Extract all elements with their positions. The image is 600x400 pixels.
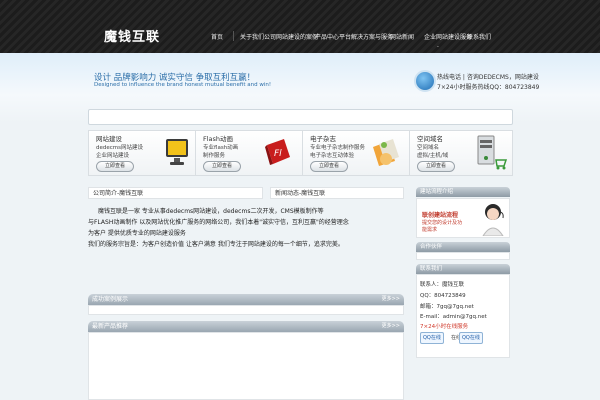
magazine-icon <box>373 139 399 166</box>
site-logo[interactable]: 魔钱互联 <box>104 26 160 45</box>
nav-solutions[interactable]: 解决方案与服务 <box>351 32 393 41</box>
flash-icon: Fl <box>265 139 290 165</box>
svg-text:Fl: Fl <box>274 149 282 159</box>
products-more-link[interactable]: 更多>> <box>382 321 400 332</box>
service-desc: 电子杂志互动体验 <box>310 153 355 159</box>
service-note: 7×24小时在线服务 <box>420 324 469 330</box>
intro-line: 为客户 提供优质专业的网站建设服务 <box>88 230 186 237</box>
sidebar-header-partners: 合作伙伴 <box>416 242 510 252</box>
service-desc: 专业flash动画 <box>203 145 239 151</box>
support-avatar-icon <box>482 204 504 236</box>
top-nav-bar <box>0 0 600 53</box>
service-title: 网站建设 <box>96 135 122 143</box>
service-card-web[interactable]: 网站建设 dedecms网站建设 企业网站建设 立即查看 <box>88 130 196 176</box>
products-title: 最新产品推荐 <box>92 323 129 330</box>
flow-title: 联创建站流程 <box>422 212 459 219</box>
contact-email: 邮箱：7gq@7gq.net <box>420 304 474 310</box>
service-card-domain[interactable]: 空间域名 空间域名 虚拟/主机/域 立即查看 <box>409 130 513 176</box>
nav-home[interactable]: 首页 <box>211 32 223 41</box>
view-button[interactable]: 立即查看 <box>310 161 348 172</box>
cases-more-link[interactable]: 更多>> <box>382 294 400 305</box>
about-header: 公司简介-魔钱互联 <box>88 187 263 199</box>
contact-email-2: E-mail：admin@7gq.net <box>420 314 487 320</box>
intro-line: 魔钱互联是一家 专业从事dedecms网站建设，dedecms二次开发，CMS模… <box>98 208 324 215</box>
sidebar-header-flow: 建站流程介绍 <box>416 187 510 197</box>
service-desc: 空间域名 <box>417 145 440 151</box>
view-button[interactable]: 立即查看 <box>417 161 455 172</box>
view-button[interactable]: 立即查看 <box>203 161 241 172</box>
contact-person: 联系人：魔钱互联 <box>420 282 465 288</box>
sidebar-header-contact: 联系我们 <box>416 264 510 274</box>
service-desc: 专业电子杂志制作服务 <box>310 145 366 151</box>
hotline-qq: 7×24小时服务热线QQ：804723849 <box>437 84 540 91</box>
nav-news[interactable]: 网站新闻 <box>390 32 414 41</box>
service-title: 电子杂志 <box>310 135 336 143</box>
cases-section-bar: 成功案例展示 更多>> <box>88 294 404 305</box>
service-title: 空间域名 <box>417 135 443 143</box>
nav-dot: · <box>437 44 439 51</box>
contact-qq: QQ：804723849 <box>420 293 466 299</box>
service-desc: 企业网站建设 <box>96 153 130 159</box>
nav-about[interactable]: 关于我们公司 <box>240 32 276 41</box>
news-header: 新闻动态-魔钱互联 <box>270 187 404 199</box>
banner-slogan-en: Designed to influence the brand honest m… <box>94 82 272 88</box>
flow-subtitle: 提交您的设计及功能需求 <box>422 220 463 233</box>
cases-title: 成功案例展示 <box>92 296 129 303</box>
flow-banner[interactable]: 联创建站流程 提交您的设计及功能需求 <box>416 198 510 238</box>
nav-services[interactable]: 企业网站建设服务 <box>424 32 472 41</box>
service-card-magazine[interactable]: 电子杂志 专业电子杂志制作服务 电子杂志互动体验 立即查看 <box>302 130 410 176</box>
service-desc: 制作服务 <box>203 153 226 159</box>
search-bar[interactable] <box>88 109 513 125</box>
service-desc: dedecms网站建设 <box>96 145 143 151</box>
qq-online-button[interactable]: QQ在线 <box>420 332 444 344</box>
globe-icon <box>414 70 436 92</box>
partners-panel <box>416 252 510 260</box>
qq-online-button-2[interactable]: QQ在线 <box>459 332 483 344</box>
view-button[interactable]: 立即查看 <box>96 161 134 172</box>
intro-line: 与FLASH动画制作 以及网站优化推广服务的网络公司，我们本着"诚实守信，互利互… <box>88 219 349 226</box>
intro-line: 我们的服务宗旨是：为客户创造价值 让客户满意 我们专注于网站建设的每一个细节，追… <box>88 241 344 248</box>
company-intro: 魔钱互联是一家 专业从事dedecms网站建设，dedecms二次开发，CMS模… <box>88 206 404 250</box>
monitor-icon <box>166 139 188 165</box>
cases-panel <box>88 305 404 315</box>
nav-cases[interactable]: 网站建设的案例 <box>276 32 318 41</box>
products-section-bar: 最新产品推荐 更多>> <box>88 321 404 332</box>
nav-products[interactable]: 产品中心平台 <box>315 32 351 41</box>
server-icon <box>477 135 508 170</box>
service-card-flash[interactable]: Flash动画 专业flash动画 制作服务 立即查看 Fl <box>195 130 303 176</box>
service-title: Flash动画 <box>203 135 234 143</box>
hotline-text: 热线电话 | 咨询DEDECMS，网站建设 <box>437 74 539 81</box>
nav-divider <box>233 31 234 41</box>
service-desc: 虚拟/主机/域 <box>417 153 449 159</box>
products-panel <box>88 332 404 400</box>
nav-contact[interactable]: 联系我们 <box>467 32 491 41</box>
